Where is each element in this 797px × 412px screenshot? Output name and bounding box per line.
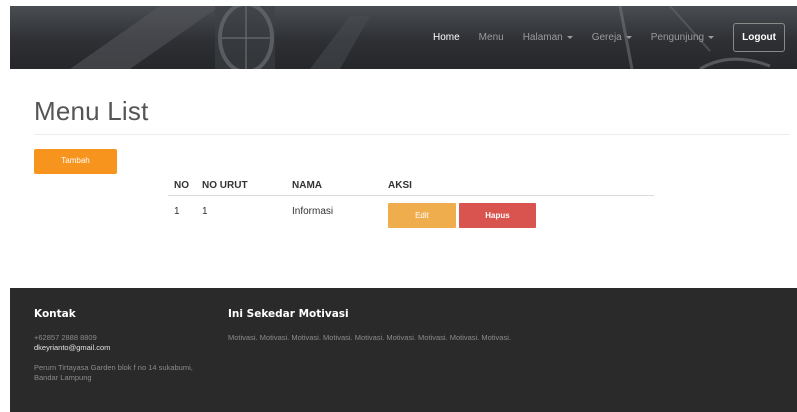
cell-no: 1	[174, 206, 180, 217]
footer: Kontak +62857 2888 8809 dkeyrianto@gmail…	[10, 288, 797, 412]
footer-email: dkeyrianto@gmail.com	[34, 343, 111, 352]
footer-address-line1: Perum Tirtayasa Garden blok f no 14 suka…	[34, 363, 193, 372]
nav-item-gereja[interactable]: Gereja	[592, 32, 632, 43]
footer-motivation-text: Motivasi. Motivasi. Motivasi. Motivasi. …	[228, 333, 511, 342]
table-header: NO NO URUT NAMA AKSI	[168, 176, 654, 196]
cell-nama: Informasi	[292, 206, 334, 217]
caret-down-icon	[566, 36, 573, 39]
caret-down-icon	[625, 36, 632, 39]
footer-contact: Kontak +62857 2888 8809 dkeyrianto@gmail…	[34, 308, 224, 383]
cell-aksi: Edit Hapus	[372, 203, 652, 228]
delete-button[interactable]: Hapus	[459, 203, 536, 228]
add-button[interactable]: Tambah	[34, 149, 117, 174]
column-header-aksi: AKSI	[388, 180, 412, 191]
caret-down-icon	[708, 36, 715, 39]
menu-table: NO NO URUT NAMA AKSI 1 1 Informasi Edit …	[168, 176, 654, 229]
cell-no-urut: 1	[202, 206, 208, 217]
column-header-nama: NAMA	[292, 180, 322, 191]
nav-item-menu[interactable]: Menu	[479, 32, 504, 43]
footer-motivation-heading: Ini Sekedar Motivasi	[228, 308, 349, 320]
nav-item-pengunjung[interactable]: Pengunjung	[651, 32, 715, 43]
nav-item-halaman[interactable]: Halaman	[523, 32, 573, 43]
top-navbar: Home Menu Halaman Gereja Pengunjung Logo…	[10, 6, 797, 69]
column-header-no-urut: NO URUT	[202, 180, 248, 191]
edit-button[interactable]: Edit	[388, 203, 456, 228]
footer-contact-heading: Kontak	[34, 308, 76, 320]
main-nav: Home Menu Halaman Gereja Pengunjung Logo…	[433, 6, 797, 69]
page-title: Menu List	[34, 96, 149, 126]
footer-address-line2: Bandar Lampung	[34, 373, 92, 382]
table-row: 1 1 Informasi Edit Hapus	[168, 196, 654, 229]
column-header-no: NO	[174, 180, 189, 191]
footer-motivation: Ini Sekedar Motivasi Motivasi. Motivasi.…	[228, 308, 648, 343]
footer-phone: +62857 2888 8809	[34, 333, 97, 342]
logout-button[interactable]: Logout	[733, 23, 785, 52]
nav-item-home[interactable]: Home	[433, 32, 460, 43]
title-divider	[34, 134, 790, 135]
